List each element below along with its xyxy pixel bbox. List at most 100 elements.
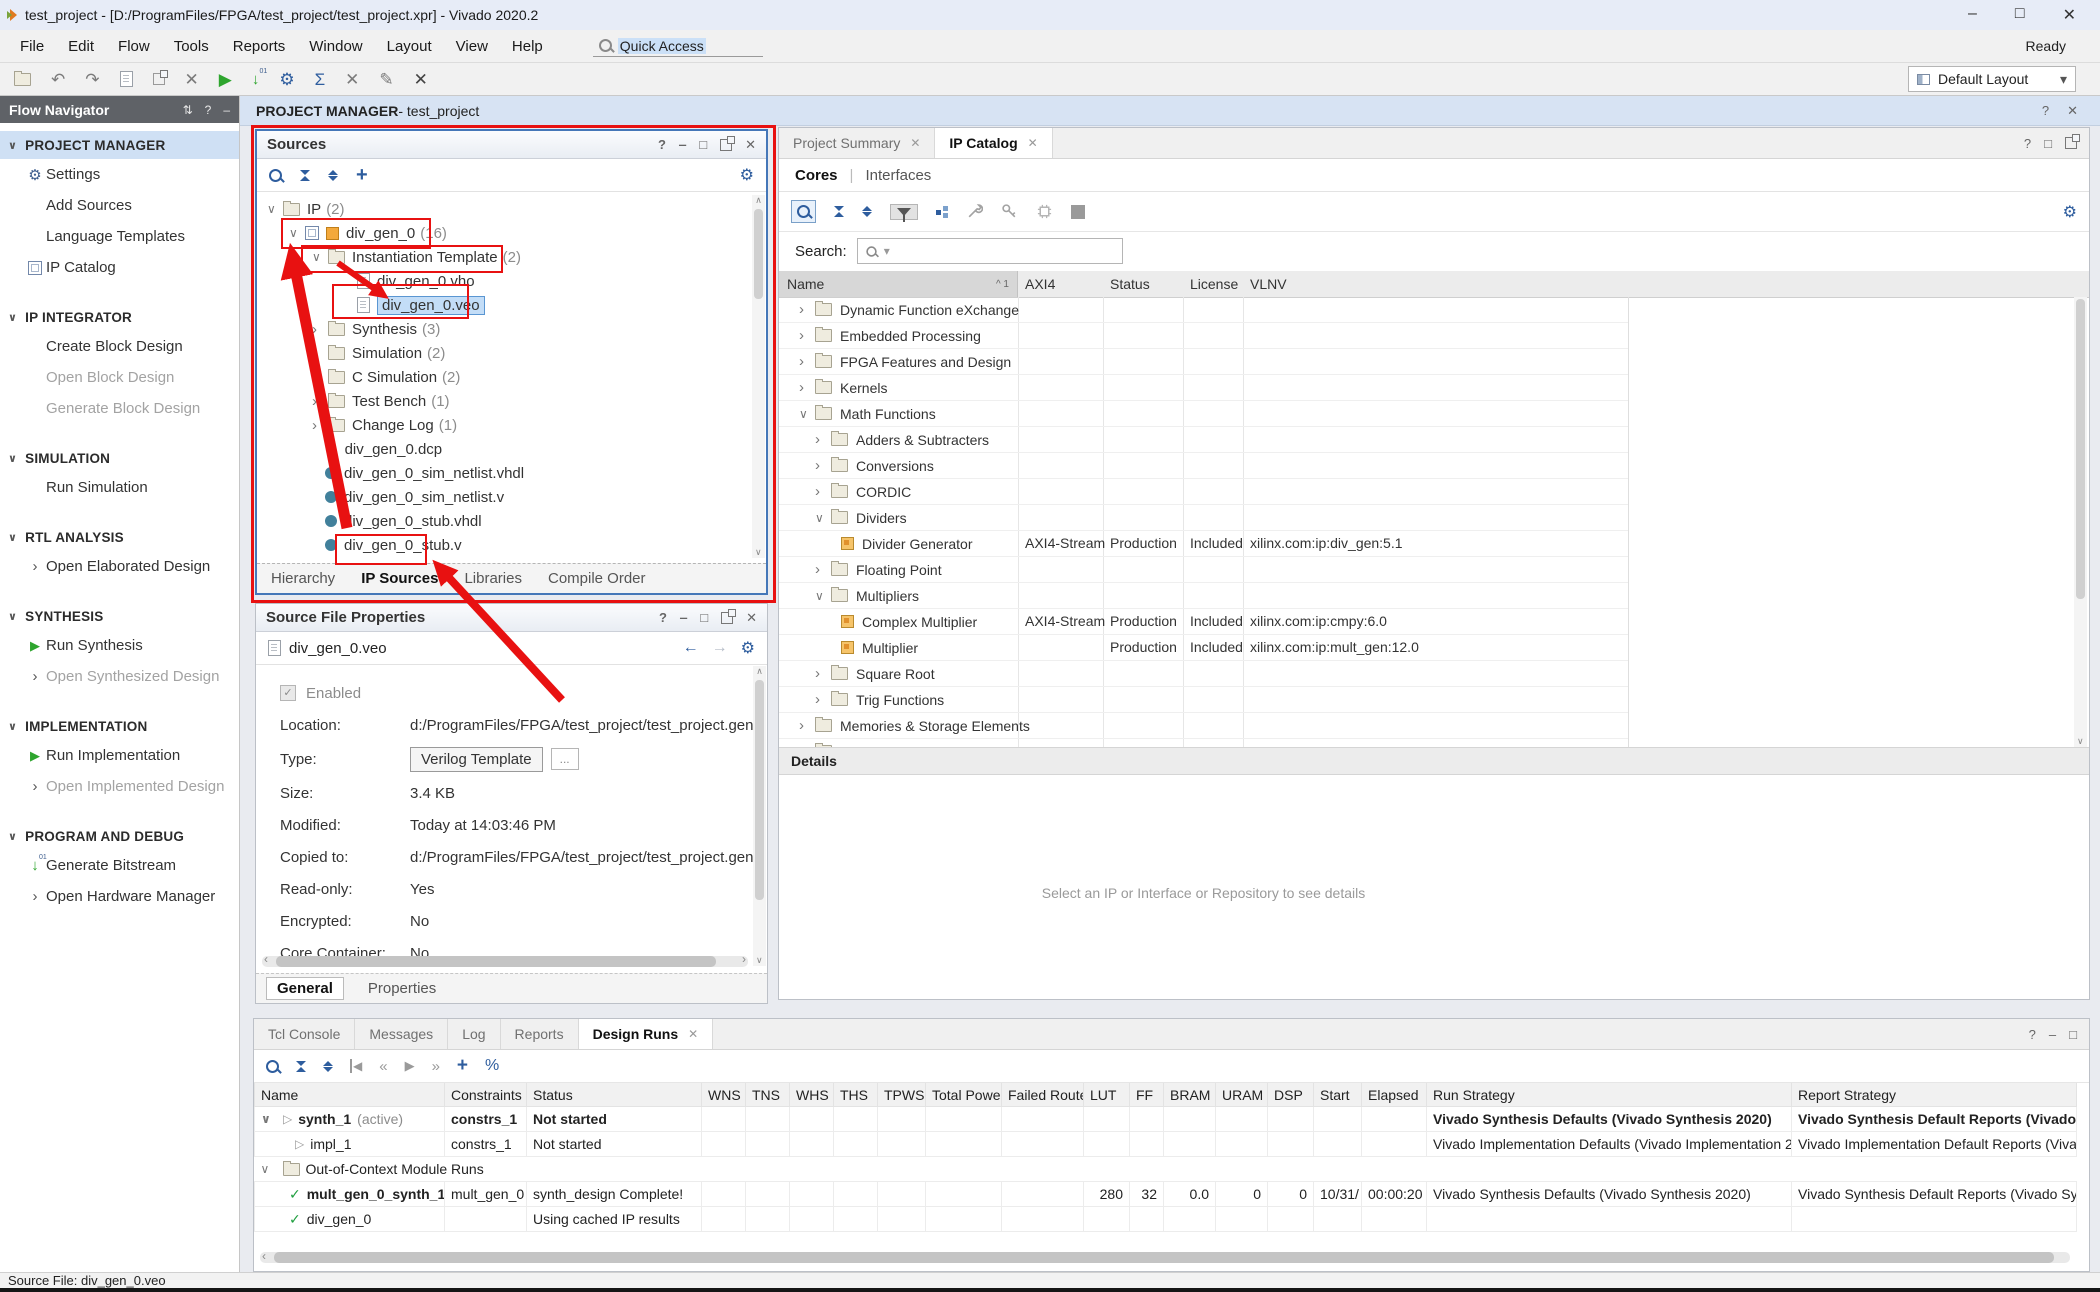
chevron-down-icon[interactable]: ∨	[261, 1112, 277, 1126]
search-icon[interactable]	[266, 1060, 279, 1073]
catalog-row-trig-functions[interactable]: ›Trig Functions	[779, 687, 1628, 713]
catalog-row-complex-multiplier[interactable]: Complex MultiplierAXI4-StreamProductionI…	[779, 609, 1628, 635]
col-tns[interactable]: TNS	[746, 1083, 790, 1107]
tab-ip-sources[interactable]: IP Sources	[361, 570, 438, 587]
tree-node-div-gen-0-vho[interactable]: div_gen_0.vho	[257, 269, 766, 293]
sidebar-section-ip-integrator[interactable]: ∨IP INTEGRATOR	[0, 303, 239, 331]
catalog-row-fpga-features[interactable]: ›FPGA Features and Design	[779, 349, 1628, 375]
tab-reports[interactable]: Reports	[501, 1019, 579, 1049]
help-icon[interactable]: ?	[2042, 103, 2049, 119]
chevron-right-icon[interactable]: ›	[815, 561, 831, 578]
menu-reports[interactable]: Reports	[221, 38, 298, 55]
help-icon[interactable]: ?	[659, 610, 667, 625]
chevron-down-icon[interactable]: ∨	[815, 511, 831, 525]
tree-node-sim-netlist-vhdl[interactable]: div_gen_0_sim_netlist.vhdl	[257, 461, 766, 485]
nav-collapse-icon[interactable]: ⇅	[183, 103, 193, 117]
chevron-down-icon[interactable]: ∨	[312, 250, 328, 264]
copy-icon[interactable]	[153, 73, 165, 85]
sidebar-section-project-manager[interactable]: ∨ PROJECT MANAGER	[0, 131, 239, 159]
properties-hscrollbar[interactable]: ‹ ›	[262, 956, 748, 967]
forward-icon[interactable]: →	[712, 639, 728, 657]
filter-icon[interactable]	[890, 204, 918, 220]
col-start[interactable]: Start	[1314, 1083, 1362, 1107]
sidebar-item-open-hardware-manager[interactable]: ›Open Hardware Manager	[0, 881, 239, 912]
subtab-cores[interactable]: Cores	[795, 167, 838, 184]
add-sources-icon[interactable]: +	[356, 164, 368, 187]
step-back-icon[interactable]: «	[379, 1058, 387, 1075]
scroll-up-icon[interactable]: ∧	[756, 666, 763, 676]
sidebar-item-generate-bitstream[interactable]: ↓Generate Bitstream	[0, 850, 239, 881]
col-constraints[interactable]: Constraints	[445, 1083, 527, 1107]
col-ff[interactable]: FF	[1130, 1083, 1164, 1107]
skip-to-start-icon[interactable]: ◀	[350, 1059, 362, 1073]
cancel-icon[interactable]: ✕	[345, 71, 359, 88]
catalog-row-divider-generator[interactable]: Divider GeneratorAXI4-StreamProductionIn…	[779, 531, 1628, 557]
tree-node-instantiation-template[interactable]: ∨Instantiation Template(2)	[257, 245, 766, 269]
gear-icon[interactable]: ⚙	[741, 638, 755, 658]
gear-icon[interactable]: ⚙	[740, 165, 754, 185]
tree-node-div-gen-0[interactable]: ∨div_gen_0(16)	[257, 221, 766, 245]
minimize-panel-icon[interactable]: ‒	[2049, 1027, 2056, 1042]
col-failed-routes[interactable]: Failed Routes	[1002, 1083, 1084, 1107]
chevron-right-icon[interactable]: ›	[815, 457, 831, 474]
tree-node-div-gen-0-dcp[interactable]: ★div_gen_0.dcp	[257, 437, 766, 461]
generate-bitstream-icon[interactable]: ↓	[252, 71, 260, 88]
help-icon[interactable]: ?	[2029, 1027, 2036, 1042]
tab-hierarchy[interactable]: Hierarchy	[271, 570, 335, 587]
tree-node-ip[interactable]: ∨IP(2)	[257, 197, 766, 221]
chevron-right-icon[interactable]: ›	[799, 301, 815, 318]
close-tab-icon[interactable]: ✕	[910, 136, 920, 150]
settings-gear-icon[interactable]: ⚙	[279, 71, 294, 88]
catalog-row-multipliers[interactable]: ∨Multipliers	[779, 583, 1628, 609]
scroll-down-icon[interactable]: ∨	[2077, 736, 2084, 747]
sidebar-item-add-sources[interactable]: Add Sources	[0, 190, 239, 221]
col-tpws[interactable]: TPWS	[878, 1083, 926, 1107]
col-status[interactable]: Status	[527, 1083, 702, 1107]
minimize-panel-icon[interactable]: ‒	[223, 103, 230, 117]
column-license[interactable]: License	[1190, 271, 1238, 297]
run-row-div-gen-0[interactable]: ✓div_gen_0 Using cached IP results	[255, 1207, 2077, 1232]
menu-tools[interactable]: Tools	[162, 38, 221, 55]
chevron-right-icon[interactable]: ›	[815, 665, 831, 682]
chevron-right-icon[interactable]: ›	[312, 393, 328, 410]
catalog-row-cordic[interactable]: ›CORDIC	[779, 479, 1628, 505]
chevron-right-icon[interactable]: ›	[312, 345, 328, 362]
sidebar-item-language-templates[interactable]: Language Templates	[0, 221, 239, 252]
tab-general[interactable]: General	[266, 977, 344, 1000]
float-panel-icon[interactable]	[2065, 137, 2077, 149]
catalog-row-dividers[interactable]: ∨Dividers	[779, 505, 1628, 531]
column-name[interactable]: Name^ 1	[779, 271, 1018, 297]
back-icon[interactable]: ←	[683, 639, 699, 657]
chevron-right-icon[interactable]: ›	[312, 321, 328, 338]
column-status[interactable]: Status	[1110, 271, 1150, 297]
sources-scrollbar[interactable]: ∧ ∨	[752, 195, 765, 558]
col-elapsed[interactable]: Elapsed	[1362, 1083, 1427, 1107]
catalog-row-floating-point[interactable]: ›Floating Point	[779, 557, 1628, 583]
run-icon[interactable]: ▶	[219, 71, 232, 88]
step-forward-icon[interactable]: »	[432, 1058, 440, 1075]
tree-node-stub-v[interactable]: div_gen_0_stub.v	[257, 533, 766, 557]
sidebar-section-synthesis[interactable]: ∨SYNTHESIS	[0, 602, 239, 630]
catalog-row-multiplier[interactable]: MultiplierProductionIncludedxilinx.com:i…	[779, 635, 1628, 661]
tree-node-stub-vhdl[interactable]: div_gen_0_stub.vhdl	[257, 509, 766, 533]
sidebar-section-program-and-debug[interactable]: ∨PROGRAM AND DEBUG	[0, 822, 239, 850]
run-row-synth-1[interactable]: ∨▷synth_1(active) constrs_1Not started V…	[255, 1107, 2077, 1132]
type-more-button[interactable]: ...	[551, 748, 579, 770]
menu-help[interactable]: Help	[500, 38, 555, 55]
chevron-right-icon[interactable]: ›	[799, 353, 815, 370]
col-report-strategy[interactable]: Report Strategy	[1792, 1083, 2077, 1107]
tab-compile-order[interactable]: Compile Order	[548, 570, 646, 587]
sidebar-section-simulation[interactable]: ∨SIMULATION	[0, 444, 239, 472]
chevron-right-icon[interactable]: ›	[815, 431, 831, 448]
catalog-row-embedded-processing[interactable]: ›Embedded Processing	[779, 323, 1628, 349]
collapse-all-icon[interactable]	[834, 206, 844, 217]
catalog-row-conversions[interactable]: ›Conversions	[779, 453, 1628, 479]
tree-node-sim-netlist-v[interactable]: div_gen_0_sim_netlist.v	[257, 485, 766, 509]
float-panel-icon[interactable]	[721, 612, 733, 624]
close-tab-icon[interactable]: ✕	[1028, 136, 1038, 150]
catalog-row-memories-storage[interactable]: ›Memories & Storage Elements	[779, 713, 1628, 739]
catalog-search-input[interactable]: ▾	[857, 238, 1123, 264]
maximize-panel-icon[interactable]: □	[2069, 1027, 2077, 1042]
maximize-icon[interactable]: □	[2015, 5, 2025, 25]
open-project-icon[interactable]	[14, 73, 31, 86]
